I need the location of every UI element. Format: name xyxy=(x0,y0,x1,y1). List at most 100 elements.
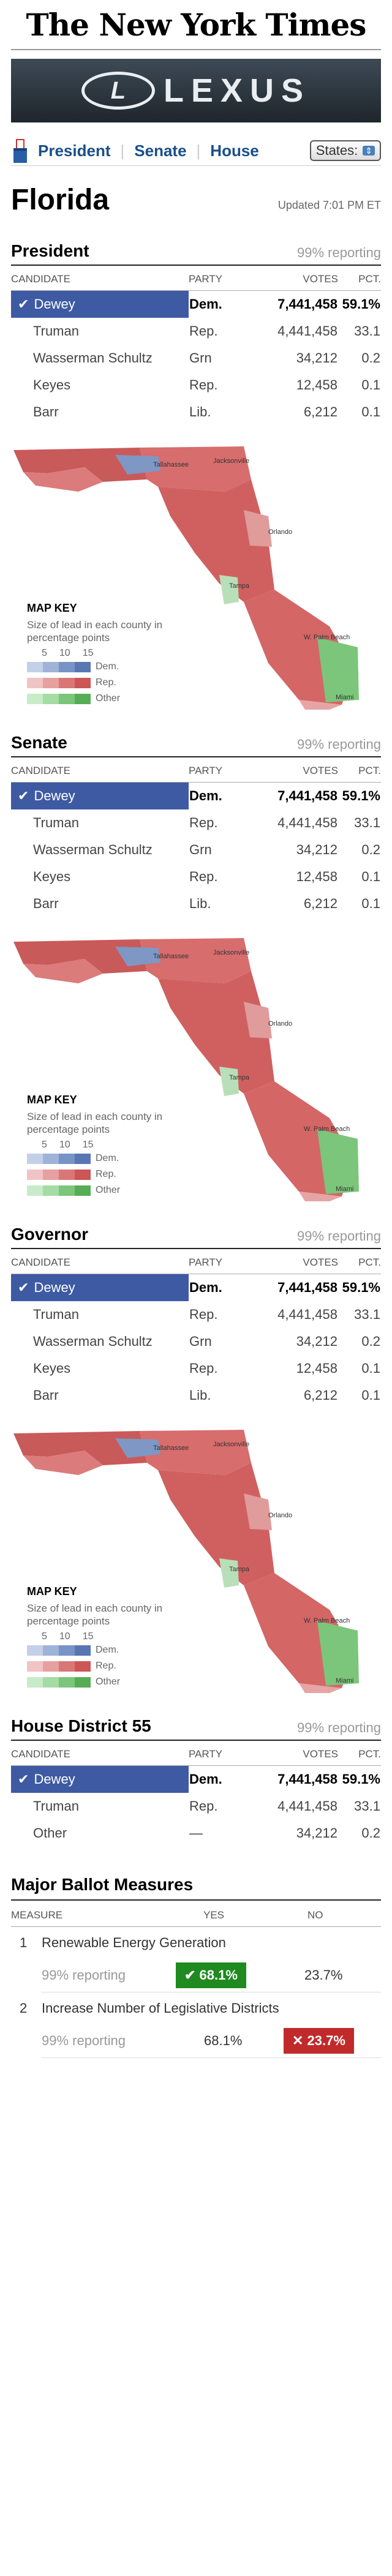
candidate-row[interactable]: Keyes Rep. 12,458 0.1 xyxy=(11,1355,381,1382)
measure-number: 1 xyxy=(20,1935,28,1950)
reporting-status: 99% reporting xyxy=(297,1720,381,1735)
measure-result-row: 99% reporting ✔ 68.1% 23.7% xyxy=(11,1959,381,1992)
pct-cell: 0.2 xyxy=(361,1334,380,1349)
map-key-row: Rep. xyxy=(27,675,168,691)
reporting-status: 99% reporting xyxy=(297,737,381,752)
states-label: States: xyxy=(315,143,358,158)
candidate-row[interactable]: Barr Lib. 6,212 0.1 xyxy=(11,399,381,426)
city-label: Miami xyxy=(336,1185,354,1193)
reporting-status: 99% reporting xyxy=(297,245,381,260)
measure-row[interactable]: 1 Renewable Energy Generation xyxy=(11,1927,381,1959)
checkmark-icon: ✔ xyxy=(18,296,29,312)
checkmark-icon: ✔ xyxy=(18,1280,29,1295)
race-title: Governor xyxy=(11,1225,89,1244)
map-key-swatch xyxy=(27,661,43,672)
x-icon: ✕ xyxy=(292,2032,307,2048)
map-key-row: Other xyxy=(27,1674,168,1690)
lexus-emblem: L xyxy=(81,72,155,110)
candidate-row[interactable]: Truman Rep. 4,441,458 33.1 xyxy=(11,809,381,836)
results-map: Tallahassee Jacksonville Orlando Tampa W. Pa… xyxy=(11,934,381,1203)
no-winner-badge: ✕ 23.7% xyxy=(284,2027,354,2054)
winner-row[interactable]: ✔ Dewey Dem. 7,441,458 59.1% xyxy=(11,1274,381,1301)
candidate-row[interactable]: Other — 34,212 0.2 xyxy=(11,1820,381,1847)
map-key-swatch xyxy=(59,1185,75,1196)
party-cell: Lib. xyxy=(189,896,211,911)
candidate-cell: Wasserman Schultz xyxy=(11,1328,189,1355)
masthead: The New York Times xyxy=(11,0,381,50)
nav-house-link[interactable]: House xyxy=(210,141,258,160)
candidate-row[interactable]: Keyes Rep. 12,458 0.1 xyxy=(11,863,381,890)
city-label: Orlando xyxy=(268,528,293,536)
candidate-row[interactable]: Barr Lib. 6,212 0.1 xyxy=(11,890,381,917)
votes-cell: 34,212 xyxy=(296,1334,337,1349)
nav-senate-link[interactable]: Senate xyxy=(134,141,186,160)
party-cell: Dem. xyxy=(189,296,222,312)
votes-cell: 12,458 xyxy=(296,869,337,884)
pct-cell: 0.2 xyxy=(361,842,380,857)
masthead-title[interactable]: The New York Times xyxy=(26,7,367,43)
col-pct: PCT. xyxy=(338,1741,381,1766)
candidate-row[interactable]: Truman Rep. 4,441,458 33.1 xyxy=(11,318,381,345)
nav-president-link[interactable]: President xyxy=(38,141,111,160)
votes-cell: 12,458 xyxy=(296,1361,337,1376)
tampa-region xyxy=(219,575,239,604)
candidate-row[interactable]: Barr Lib. 6,212 0.1 xyxy=(11,1382,381,1409)
states-dropdown[interactable]: States: ⇕ xyxy=(309,140,381,161)
winner-row[interactable]: ✔ Dewey Dem. 7,441,458 59.1% xyxy=(11,290,381,318)
map-key-swatch xyxy=(75,1661,91,1672)
candidate-name: Barr xyxy=(33,1388,59,1403)
race-section: President 99% reporting CANDIDATE PARTY VOTE… xyxy=(11,241,381,711)
map-key-swatch xyxy=(75,661,91,672)
map-key-swatch xyxy=(59,693,75,704)
party-cell: Rep. xyxy=(189,815,218,830)
advertisement-banner[interactable]: L LEXUS xyxy=(11,59,381,122)
map-key-swatch xyxy=(59,661,75,672)
candidate-name: Truman xyxy=(33,1307,79,1322)
measure-row[interactable]: 2 Increase Number of Legislative District… xyxy=(11,1992,381,2024)
map-key: MAP KEY Size of lead in each county in pe… xyxy=(27,1585,168,1690)
candidate-row[interactable]: Truman Rep. 4,441,458 33.1 xyxy=(11,1301,381,1328)
winner-row[interactable]: ✔ Dewey Dem. 7,441,458 59.1% xyxy=(11,1765,381,1793)
votes-cell: 7,441,458 xyxy=(277,1771,337,1787)
candidate-cell: ✔ Dewey xyxy=(11,782,189,809)
map-key-swatch xyxy=(27,1677,43,1688)
pct-cell: 33.1 xyxy=(354,1798,380,1814)
no-pct: 23.7% xyxy=(307,2032,345,2048)
pct-cell: 0.1 xyxy=(361,896,380,911)
pct-cell: 0.1 xyxy=(361,1361,380,1376)
measure-number: 2 xyxy=(20,2000,28,2016)
map-key-swatch xyxy=(59,1661,75,1672)
candidate-row[interactable]: Wasserman Schultz Grn 34,212 0.2 xyxy=(11,345,381,372)
candidate-row[interactable]: Wasserman Schultz Grn 34,212 0.2 xyxy=(11,1328,381,1355)
city-label: Jacksonville xyxy=(213,949,250,956)
map-key-label: Rep. xyxy=(96,1661,116,1671)
winner-row[interactable]: ✔ Dewey Dem. 7,441,458 59.1% xyxy=(11,782,381,809)
pct-cell: 33.1 xyxy=(354,1307,380,1322)
pct-cell: 59.1% xyxy=(342,296,380,312)
map-key-tick: 15 xyxy=(82,648,94,658)
party-cell: Rep. xyxy=(189,1307,218,1322)
city-label: Tampa xyxy=(229,1566,250,1573)
checkmark-icon: ✔ xyxy=(18,788,29,803)
votes-cell: 12,458 xyxy=(296,377,337,392)
city-label: Miami xyxy=(336,694,354,701)
candidate-row[interactable]: Truman Rep. 4,441,458 33.1 xyxy=(11,1793,381,1820)
candidate-row[interactable]: Wasserman Schultz Grn 34,212 0.2 xyxy=(11,836,381,863)
col-party: PARTY xyxy=(189,1249,244,1274)
candidate-row[interactable]: Keyes Rep. 12,458 0.1 xyxy=(11,372,381,399)
votes-cell: 34,212 xyxy=(296,350,337,366)
pct-cell: 33.1 xyxy=(354,323,380,339)
map-key-swatch xyxy=(59,1169,75,1180)
candidate-name: Dewey xyxy=(34,1771,75,1787)
city-label: Jacksonville xyxy=(213,1441,250,1448)
nav-separator: | xyxy=(120,141,125,160)
col-votes: VOTES xyxy=(244,1249,338,1274)
candidate-name: Keyes xyxy=(33,869,71,884)
votes-cell: 6,212 xyxy=(303,896,337,911)
candidate-name: Wasserman Schultz xyxy=(33,350,153,366)
votes-cell: 7,441,458 xyxy=(277,1280,337,1295)
city-label: Tallahassee xyxy=(153,461,189,468)
no-cell: 23.7% xyxy=(283,1959,381,1992)
map-key-swatch xyxy=(75,1645,91,1656)
map-key-swatch xyxy=(75,693,91,704)
